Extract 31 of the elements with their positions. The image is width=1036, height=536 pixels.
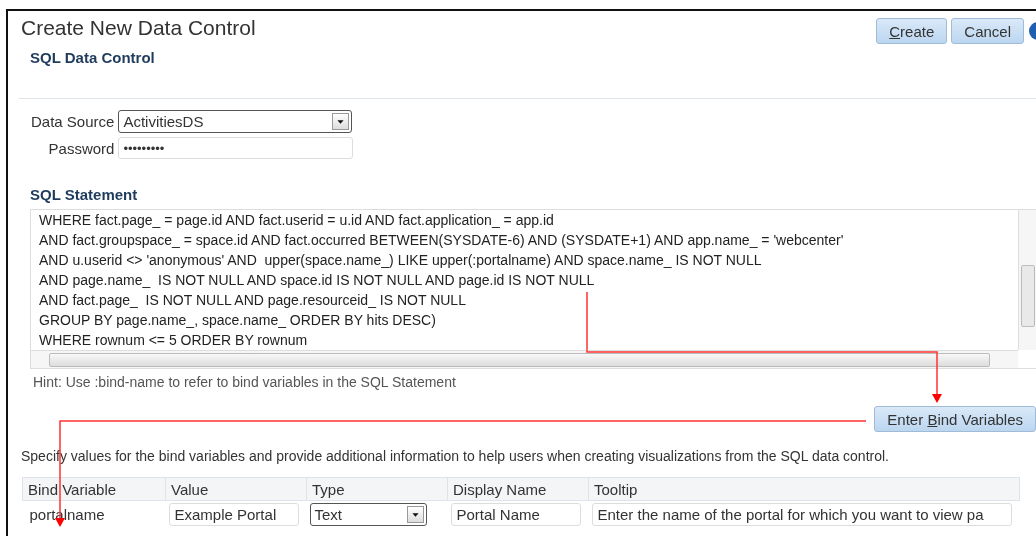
column-header: Bind Variable [22, 477, 166, 501]
field-label: Password [47, 139, 115, 157]
dialog-subtitle: SQL Data Control [30, 49, 156, 66]
password-field[interactable]: ••••••••• [118, 137, 354, 159]
sql-line: AND fact.groupspace_ = space.id AND fact.occurred BETWEEN(SYSDATE-6) AND (SYSDATE+1) AND app.name_ = 'webcenter' [39, 231, 844, 250]
help-icon[interactable] [1028, 21, 1036, 41]
sql-text-area[interactable] [30, 209, 1036, 369]
column-header: Tooltip [588, 477, 1020, 501]
create-button[interactable]: Create [876, 18, 948, 44]
column-header: Type [306, 477, 448, 501]
dialog-title: Create New Data Control [21, 16, 256, 41]
column-header: Display Name [447, 477, 589, 501]
horizontal-scrollbar[interactable] [31, 350, 1018, 368]
cancel-button[interactable]: Cancel [951, 18, 1024, 44]
sql-line: GROUP BY page.name_, space.name_ ORDER BY hits DESC) [39, 311, 436, 330]
hint-text: Hint: Use :bind-name to refer to bind variables in the SQL Statement [33, 374, 457, 390]
value-field[interactable]: Example Portal [168, 503, 299, 526]
sql-line: WHERE fact.page_ = page.id AND fact.userid = u.id AND fact.application_ = app.id [39, 211, 554, 230]
display-name-field[interactable]: Portal Name [450, 503, 581, 526]
data-source-select[interactable]: ActivitiesDS [118, 110, 353, 133]
tooltip-field[interactable]: Enter the name of the portal for which you want to view pa [591, 503, 1012, 526]
sql-line: AND fact.page_ IS NOT NULL AND page.resourceid_ IS NOT NULL [39, 291, 466, 310]
column-header: Value [165, 477, 307, 501]
type-select[interactable]: Text [309, 503, 427, 526]
sql-line: AND u.userid <> 'anonymous' AND upper(space.name_) LIKE upper(:portalname) AND space.name_ IS NOT NULL [39, 251, 762, 270]
field-label: Data Source [31, 113, 115, 130]
enter-bind-variables-button[interactable]: Enter Bind Variables [874, 406, 1036, 432]
vertical-scrollbar[interactable] [1018, 210, 1036, 350]
sql-line: WHERE rownum <= 5 ORDER BY rownum [39, 331, 308, 350]
section-heading: SQL Statement [30, 186, 139, 203]
sql-line: AND page.name_ IS NOT NULL AND space.id IS NOT NULL AND page.id IS NOT NULL [39, 271, 595, 290]
